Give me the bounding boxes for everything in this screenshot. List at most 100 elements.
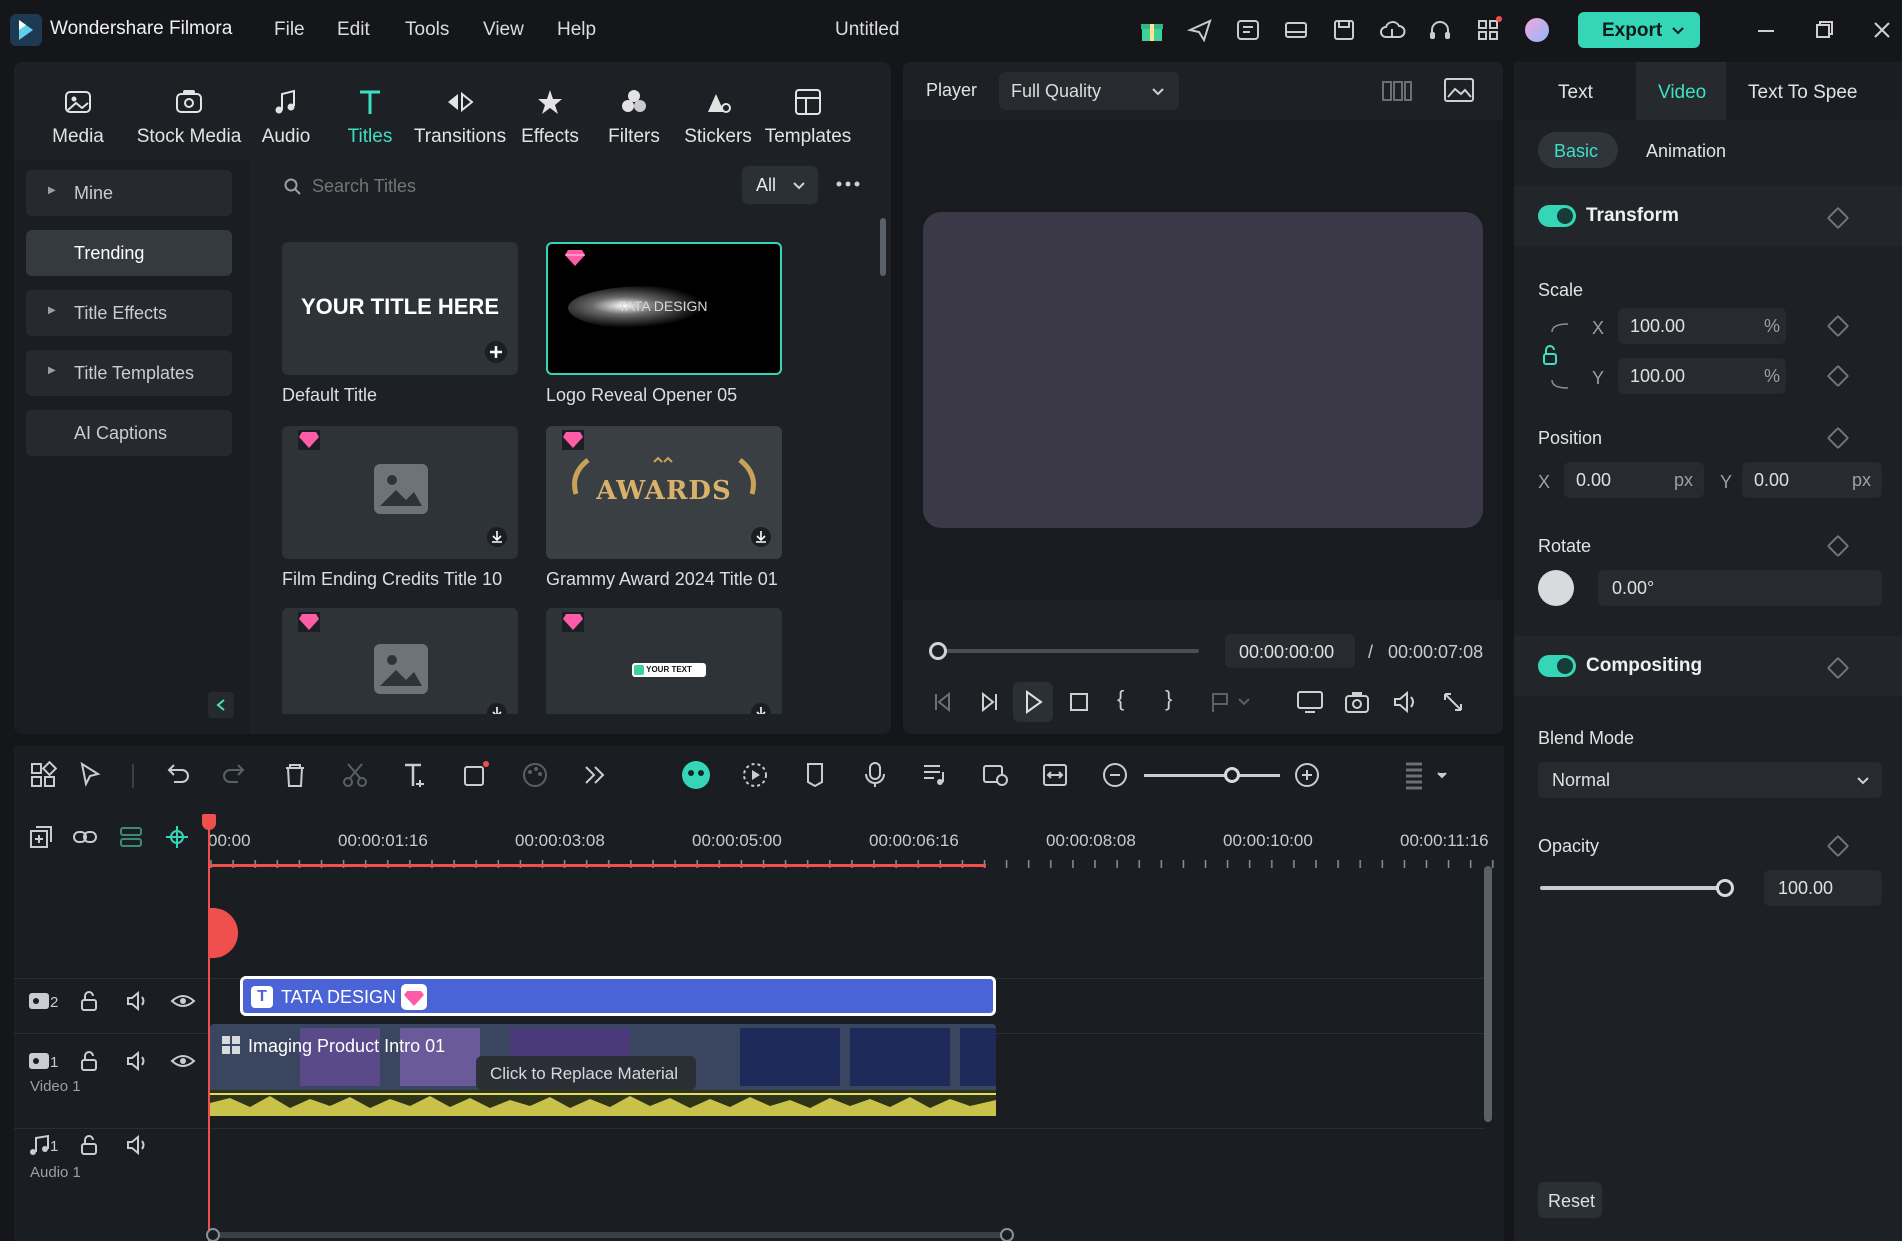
collapse-sidebar-button[interactable] (208, 692, 234, 718)
next-frame-icon[interactable] (975, 688, 1003, 716)
display-icon[interactable] (1295, 688, 1325, 716)
scale-x-field[interactable]: 100.00 % (1618, 308, 1786, 344)
menu-file[interactable]: File (274, 19, 305, 41)
rotate-dial[interactable] (1538, 570, 1574, 606)
menu-edit[interactable]: Edit (337, 19, 370, 41)
opacity-field[interactable]: 100.00 (1764, 870, 1882, 906)
subtab-basic[interactable]: Basic (1538, 132, 1618, 168)
subtab-animation[interactable]: Animation (1646, 141, 1726, 162)
download-icon[interactable] (750, 702, 772, 714)
title-item-grammy[interactable]: AWARDS (546, 426, 782, 559)
tab-text-to-speech[interactable]: Text To Spee (1728, 62, 1902, 120)
undo-icon[interactable] (162, 760, 192, 790)
apps-grid-icon[interactable] (1474, 16, 1502, 44)
filter-dropdown[interactable]: All (742, 166, 818, 204)
blend-mode-dropdown[interactable]: Normal (1538, 762, 1882, 798)
tab-video[interactable]: Video (1636, 62, 1726, 120)
minimize-icon[interactable] (1752, 16, 1780, 44)
add-icon[interactable] (484, 340, 508, 364)
speaker-icon[interactable] (124, 988, 150, 1014)
marker-dropdown-icon[interactable] (1209, 688, 1253, 716)
zoom-slider-handle[interactable] (1224, 767, 1240, 783)
keyframe-diamond-icon[interactable] (1826, 834, 1850, 858)
speaker-icon[interactable] (124, 1048, 150, 1074)
crop-icon[interactable] (460, 760, 490, 790)
download-icon[interactable] (750, 526, 772, 548)
more-icon[interactable] (834, 174, 864, 194)
speaker-icon[interactable] (124, 1132, 150, 1158)
eye-icon[interactable] (170, 1048, 196, 1074)
redo-icon[interactable] (220, 760, 250, 790)
layout-grid-icon[interactable] (28, 760, 58, 790)
view-options-icon[interactable] (1402, 760, 1452, 790)
ai-assistant-icon[interactable] (680, 759, 712, 791)
mark-in-icon[interactable]: { (1117, 686, 1124, 712)
link-icon[interactable] (72, 824, 98, 850)
menu-help[interactable]: Help (557, 19, 596, 41)
search-input[interactable] (312, 172, 612, 200)
download-icon[interactable] (486, 526, 508, 548)
quality-dropdown[interactable]: Full Quality (999, 72, 1179, 110)
tab-stock-media[interactable]: Stock Media (124, 86, 254, 148)
sidebar-item-title-templates[interactable]: ▶ Title Templates (26, 350, 232, 396)
sidebar-item-title-effects[interactable]: ▶ Title Effects (26, 290, 232, 336)
close-icon[interactable] (1868, 16, 1896, 44)
keyframe-diamond-icon[interactable] (1826, 364, 1850, 388)
lock-icon[interactable] (76, 988, 102, 1014)
preview-canvas[interactable] (923, 212, 1483, 528)
camera-icon[interactable] (1343, 688, 1371, 716)
gift-icon[interactable] (1138, 16, 1166, 44)
stop-icon[interactable] (1065, 688, 1093, 716)
delete-icon[interactable] (280, 760, 310, 790)
playhead-scissor-icon[interactable] (208, 908, 238, 958)
title-item-default[interactable]: YOUR TITLE HERE (282, 242, 518, 375)
sidebar-item-ai-captions[interactable]: AI Captions (26, 410, 232, 456)
title-item-film-ending[interactable] (282, 426, 518, 559)
text-tool-icon[interactable] (400, 760, 430, 790)
opacity-slider-handle[interactable] (1716, 879, 1734, 897)
replace-material-tooltip[interactable]: Click to Replace Material (476, 1056, 696, 1090)
timeline-vertical-scrollbar[interactable] (1484, 866, 1492, 1122)
grid-view-icon[interactable] (1381, 78, 1413, 104)
lock-icon[interactable] (76, 1048, 102, 1074)
export-button[interactable]: Export (1578, 12, 1700, 48)
scroll-start-handle[interactable] (206, 1228, 220, 1241)
headset-icon[interactable] (1426, 16, 1454, 44)
audio-list-icon[interactable] (920, 760, 950, 790)
title-item-placeholder[interactable] (282, 608, 518, 714)
keyframe-diamond-icon[interactable] (1826, 314, 1850, 338)
opacity-slider-track[interactable] (1540, 886, 1726, 890)
timeline-horizontal-scrollbar[interactable] (210, 1232, 1010, 1238)
mark-out-icon[interactable]: } (1165, 686, 1172, 712)
ripple-icon[interactable] (118, 824, 144, 850)
add-track-icon[interactable] (28, 824, 54, 850)
zoom-out-icon[interactable] (1100, 760, 1130, 790)
keyframe-diamond-icon[interactable] (1826, 534, 1850, 558)
tab-templates[interactable]: Templates (755, 86, 861, 148)
library-scrollbar[interactable] (880, 218, 886, 276)
scrubber-track[interactable] (939, 649, 1199, 653)
eye-icon[interactable] (170, 988, 196, 1014)
menu-tools[interactable]: Tools (405, 19, 449, 41)
auto-edit-icon[interactable] (740, 760, 770, 790)
snap-icon[interactable] (164, 824, 190, 850)
tab-stickers[interactable]: Stickers (668, 86, 768, 148)
previous-frame-icon[interactable] (929, 688, 957, 716)
fullscreen-icon[interactable] (1439, 688, 1467, 716)
marker-icon[interactable] (800, 760, 830, 790)
more-tools-icon[interactable] (580, 760, 610, 790)
send-icon[interactable] (1186, 16, 1214, 44)
audio-waveform[interactable] (210, 1090, 996, 1116)
scale-y-field[interactable]: 100.00 % (1618, 358, 1786, 394)
position-x-field[interactable]: 0.00 px (1564, 462, 1704, 498)
compositing-toggle[interactable] (1538, 655, 1576, 677)
screen-record-icon[interactable] (980, 760, 1010, 790)
sidebar-item-trending[interactable]: Trending (26, 230, 232, 276)
select-tool-icon[interactable] (76, 760, 106, 790)
restore-icon[interactable] (1810, 16, 1838, 44)
rotate-field[interactable]: 0.00° (1598, 570, 1882, 606)
notes-icon[interactable] (1234, 16, 1262, 44)
color-palette-icon[interactable] (520, 760, 550, 790)
position-y-field[interactable]: 0.00 px (1742, 462, 1882, 498)
split-icon[interactable] (340, 760, 370, 790)
